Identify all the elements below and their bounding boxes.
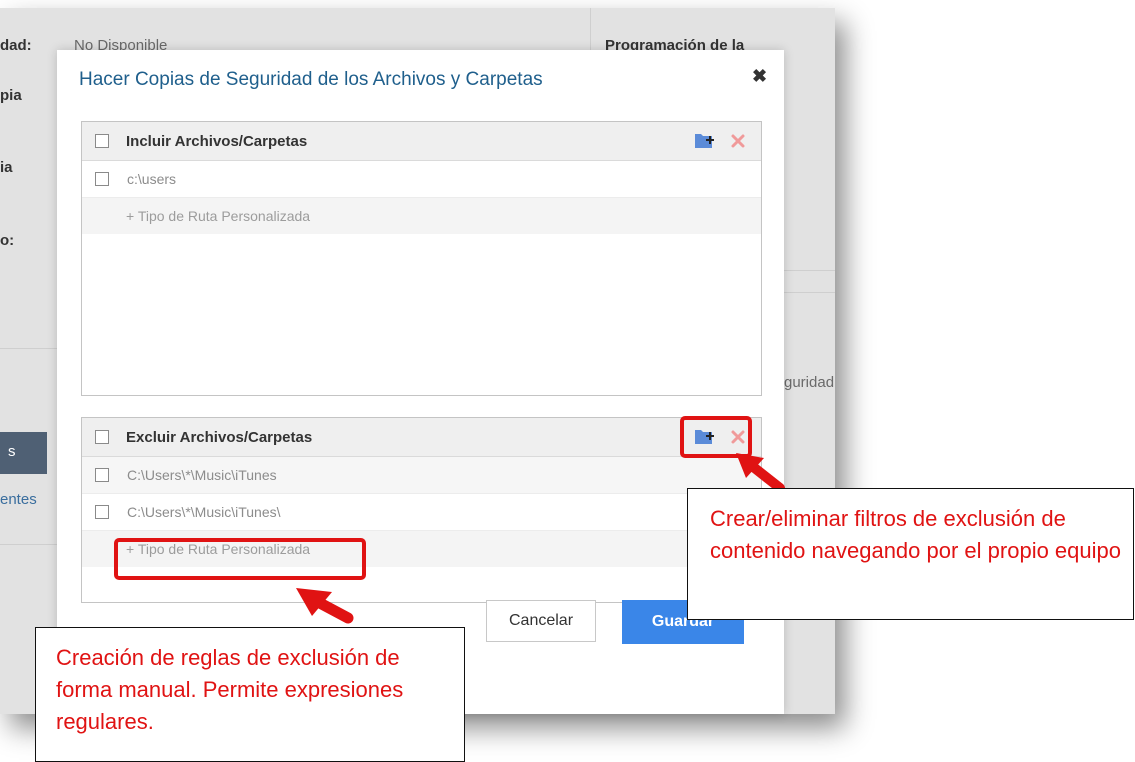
exclude-item-path: C:\Users\*\Music\iTunes [127,467,277,483]
list-item[interactable]: c:\users [82,161,761,198]
item-checkbox[interactable] [95,172,109,186]
cancel-button[interactable]: Cancelar [486,600,596,642]
bg-label: pia [0,87,22,104]
include-item-path: c:\users [127,171,177,187]
bg-label: guridad [784,374,835,391]
add-custom-path-link[interactable]: + Tipo de Ruta Personalizada [126,208,310,224]
backup-files-dialog: Hacer Copias de Seguridad de los Archivo… [57,50,784,714]
include-select-all-checkbox[interactable] [95,134,109,148]
include-panel: Incluir Archivos/Carpetas c:\users + Tip… [81,121,762,396]
item-checkbox[interactable] [95,505,109,519]
bg-label: o: [0,232,15,249]
add-folder-icon[interactable] [694,132,716,150]
bg-dark-button-label: s [8,443,16,460]
dialog-title: Hacer Copias de Seguridad de los Archivo… [79,69,543,90]
exclude-panel-header: Excluir Archivos/Carpetas [82,418,761,457]
exclude-panel-title: Excluir Archivos/Carpetas [126,429,313,446]
bg-label: ia [0,159,13,176]
item-checkbox[interactable] [95,468,109,482]
include-panel-title: Incluir Archivos/Carpetas [126,133,308,150]
bg-dark-button[interactable]: s [0,432,47,474]
callout-exclusion-filters: Crear/eliminar filtros de exclusión de c… [687,488,1134,620]
list-item[interactable]: C:\Users\*\Music\iTunes [82,457,761,494]
close-icon[interactable]: ✖ [752,66,767,87]
include-add-custom-path[interactable]: + Tipo de Ruta Personalizada [82,198,761,234]
bg-link[interactable]: entes [0,491,37,508]
exclude-select-all-checkbox[interactable] [95,430,109,444]
bg-label: dad: [0,37,32,54]
callout-manual-rules: Creación de reglas de exclusión de forma… [35,627,465,762]
exclude-item-path: C:\Users\*\Music\iTunes\ [127,504,281,520]
arrow-icon [296,588,354,624]
list-item[interactable]: C:\Users\*\Music\iTunes\ [82,494,761,531]
include-panel-header: Incluir Archivos/Carpetas [82,122,761,161]
highlight-box-custom-path [114,538,366,580]
delete-icon[interactable] [730,133,746,149]
